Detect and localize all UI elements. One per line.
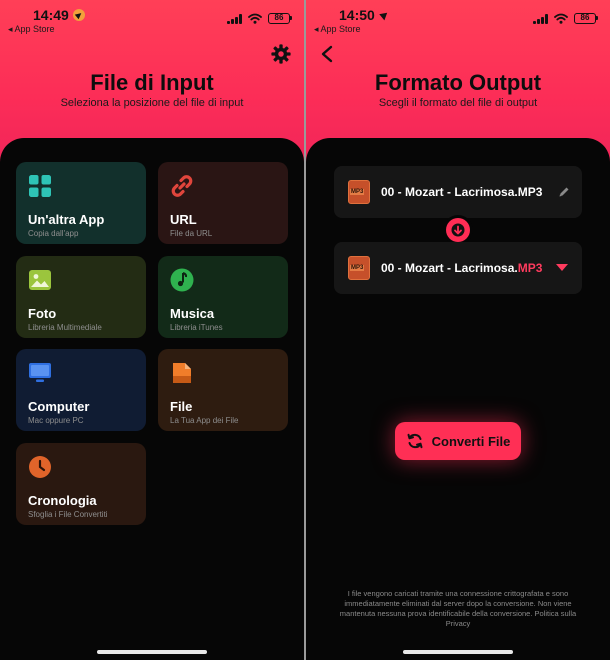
cellular-signal-icon (533, 13, 548, 24)
page-subtitle: Scegli il formato del file di output (378, 97, 538, 109)
refresh-icon (407, 433, 423, 449)
output-file-basename: 00 - Mozart - Lacrimosa. (381, 261, 518, 275)
back-to-app-store-link[interactable]: ◂ App Store (8, 24, 55, 35)
output-file-name: 00 - Mozart - Lacrimosa.MP3 (381, 261, 542, 275)
status-time: 14:50 (339, 7, 390, 23)
pencil-edit-icon[interactable] (558, 186, 570, 198)
arrow-down-icon (451, 223, 465, 237)
file-icon (173, 363, 191, 383)
music-note-icon (170, 268, 194, 292)
status-time-text: 14:50 (339, 7, 375, 23)
source-card-label: File (170, 399, 193, 414)
back-to-app-store-link[interactable]: ◂ App Store (314, 24, 361, 35)
file-icon-text: MP3 (350, 189, 365, 195)
source-card-label: Musica (170, 306, 215, 321)
source-card-sublabel: File da URL (170, 229, 213, 238)
input-file-row[interactable]: MP3 00 - Mozart - Lacrimosa.MP3 (334, 166, 582, 218)
battery-icon: 86 (268, 13, 292, 24)
source-card-computer[interactable]: Computer Mac oppure PC (16, 349, 146, 431)
source-card-sublabel: Libreria Multimediale (28, 323, 102, 332)
clock-icon (29, 456, 51, 478)
location-icon (72, 9, 85, 21)
battery-icon: 86 (574, 13, 598, 24)
input-file-name: 00 - Mozart - Lacrimosa.MP3 (381, 185, 543, 199)
source-card-label: Foto (28, 306, 57, 321)
source-card-music[interactable]: Musica Libreria iTunes (158, 256, 288, 338)
source-card-photo[interactable]: Foto Libreria Multimediale (16, 256, 146, 338)
output-screen: 14:50 ◂ App Store 86 Formato Output Sceg… (306, 0, 610, 660)
wifi-icon (248, 13, 262, 24)
convert-file-button[interactable]: Converti File (395, 422, 521, 460)
photo-icon (29, 270, 51, 290)
status-bar: 14:49 ◂ App Store 86 (0, 0, 304, 40)
mp3-file-icon: MP3 (348, 256, 370, 280)
monitor-icon (29, 363, 51, 382)
status-bar: 14:50 ◂ App Store 86 (306, 0, 610, 40)
privacy-disclaimer: I file vengono caricati tramite una conn… (339, 589, 577, 628)
source-card-label: Un'altra App (28, 212, 105, 227)
system-icons: 86 (227, 13, 292, 24)
convert-direction-badge (446, 218, 470, 242)
mp3-file-icon: MP3 (348, 180, 370, 204)
wifi-icon (554, 13, 568, 24)
output-format-extension: MP3 (517, 261, 543, 275)
home-indicator[interactable] (97, 650, 207, 654)
gear-icon[interactable] (271, 44, 291, 64)
source-card-label: Cronologia (28, 493, 97, 508)
cellular-signal-icon (227, 13, 242, 24)
page-title: Formato Output (374, 70, 542, 95)
source-card-other-app[interactable]: Un'altra App Copia dall'app (16, 162, 146, 244)
input-screen: 14:49 ◂ App Store 86 File di Input Selez… (0, 0, 304, 660)
source-card-sublabel: Libreria iTunes (170, 323, 223, 332)
convert-file-button-label: Converti File (431, 433, 511, 449)
source-card-sublabel: Copia dall'app (28, 229, 79, 238)
source-card-files[interactable]: File La Tua App dei File (158, 349, 288, 431)
source-card-sublabel: Mac oppure PC (28, 416, 84, 425)
page-subtitle: Seleziona la posizione del file di input (60, 97, 244, 109)
dropdown-caret-icon[interactable] (556, 264, 568, 271)
output-format-row[interactable]: MP3 00 - Mozart - Lacrimosa.MP3 (334, 242, 582, 294)
home-indicator[interactable] (403, 650, 513, 654)
back-chevron-icon[interactable] (320, 45, 334, 63)
system-icons: 86 (533, 13, 598, 24)
status-time-text: 14:49 (33, 7, 69, 23)
source-card-history[interactable]: Cronologia Sfoglia i File Convertiti (16, 443, 146, 525)
location-arrow-icon (379, 9, 390, 21)
source-card-sublabel: La Tua App dei File (170, 416, 239, 425)
apps-grid-icon (29, 175, 51, 197)
status-time: 14:49 (33, 7, 85, 23)
source-card-label: URL (170, 212, 197, 227)
page-title: File di Input (90, 70, 214, 95)
file-icon-text: MP3 (350, 265, 365, 271)
source-card-sublabel: Sfoglia i File Convertiti (28, 510, 108, 519)
link-icon (171, 175, 193, 197)
source-card-label: Computer (28, 399, 90, 414)
source-card-url[interactable]: URL File da URL (158, 162, 288, 244)
